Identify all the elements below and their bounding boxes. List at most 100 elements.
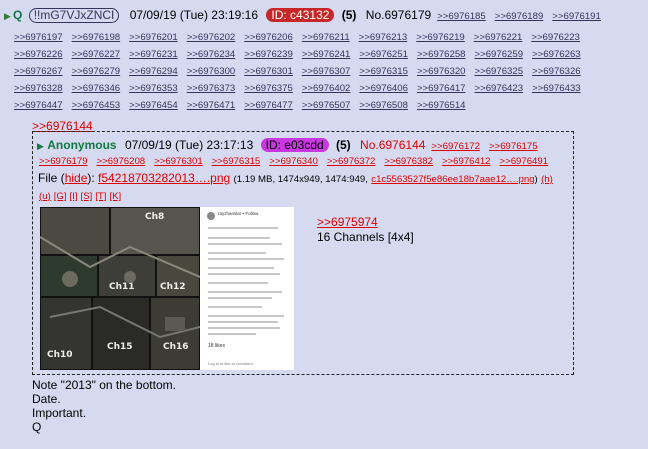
backlink[interactable]: >>6976234: [187, 49, 236, 60]
backlink[interactable]: >>6976172: [431, 141, 480, 152]
image-tool-link[interactable]: [S]: [81, 191, 93, 202]
backlink[interactable]: >>6976198: [72, 32, 121, 43]
image-tool-link[interactable]: [G]: [54, 191, 67, 202]
post-datetime: 07/09/19 (Tue) 23:19:16: [129, 8, 259, 22]
backlink[interactable]: >>6976251: [359, 49, 408, 60]
backlink[interactable]: >>6976179: [39, 156, 88, 167]
backlink[interactable]: >>6976340: [269, 156, 318, 167]
backlink[interactable]: >>6976491: [500, 156, 549, 167]
file-hash-link[interactable]: c1c5563527f5e86ee18b7aae12….png: [371, 174, 534, 185]
backlink[interactable]: >>6976175: [489, 141, 538, 152]
tripcode-badge[interactable]: !!mG7VJxZNCI: [28, 8, 120, 23]
image-tool-link[interactable]: [T]: [95, 191, 106, 202]
instagram-screenshot: rayzhamilar • Follow 18 likes Log in to …: [203, 207, 294, 370]
backlink[interactable]: >>6976263: [532, 49, 581, 60]
file-name-link[interactable]: f54218703282013….png: [98, 171, 230, 185]
backlink[interactable]: >>6976373: [187, 83, 236, 94]
image-scene-lines: [40, 236, 200, 339]
image-login-text: Log in to like or comment: [208, 361, 253, 366]
backlink[interactable]: >>6976447: [14, 100, 63, 111]
backlink[interactable]: >>6976213: [359, 32, 408, 43]
backlink[interactable]: >>6976189: [495, 11, 544, 22]
backlink[interactable]: >>6976326: [532, 66, 581, 77]
backlink[interactable]: >>6976197: [14, 32, 63, 43]
quoted-post-number-link[interactable]: No.6976144: [360, 138, 425, 152]
backlink-row: >>6976328 >>6976346 >>6976353 >>6976373 >>69…: [14, 81, 590, 95]
collapse-arrow-icon[interactable]: ▶: [4, 9, 13, 23]
backlink[interactable]: >>6976320: [417, 66, 466, 77]
quoted-poster-id-badge[interactable]: ID: e03cdd: [260, 138, 329, 152]
backlink[interactable]: >>6976223: [531, 32, 580, 43]
backlink[interactable]: >>6976211: [302, 32, 350, 43]
backlink[interactable]: >>6976206: [244, 32, 293, 43]
backlink[interactable]: >>6976453: [72, 100, 121, 111]
backlink[interactable]: >>6976402: [302, 83, 351, 94]
message-line: Date.: [32, 392, 61, 406]
backlink[interactable]: >>6976417: [417, 83, 466, 94]
quoted-poster-name: Anonymous: [47, 138, 117, 152]
backlink[interactable]: >>6976219: [416, 32, 465, 43]
poster-id-badge[interactable]: ID: c43132: [266, 8, 335, 22]
backlink-row: >>6976226 >>6976227 >>6976231 >>6976234 >>69…: [14, 47, 590, 61]
backlink[interactable]: >>6976202: [187, 32, 236, 43]
backlink[interactable]: >>6976208: [97, 156, 146, 167]
backlink[interactable]: >>6976259: [475, 49, 524, 60]
backlink[interactable]: >>6976471: [187, 100, 236, 111]
backlink[interactable]: >>6976301: [244, 66, 293, 77]
post-message: Note "2013" on the bottom. Date. Important…: [32, 378, 176, 434]
message-line: Note "2013" on the bottom.: [32, 378, 176, 392]
backlink[interactable]: >>6976412: [442, 156, 491, 167]
backlink[interactable]: >>6976201: [129, 32, 178, 43]
backlink[interactable]: >>6976239: [244, 49, 293, 60]
backlink[interactable]: >>6976307: [302, 66, 351, 77]
collapse-arrow-icon[interactable]: ▶: [37, 141, 44, 151]
backlink-row: >>6976447 >>6976453 >>6976454 >>6976471 >>69…: [14, 98, 475, 112]
image-tool-link[interactable]: [I]: [70, 191, 78, 202]
backlink[interactable]: >>6976221: [474, 32, 523, 43]
file-h-link[interactable]: (h): [541, 174, 553, 185]
backlink[interactable]: >>6976226: [14, 49, 63, 60]
backlink[interactable]: >>6976325: [475, 66, 524, 77]
backlink[interactable]: >>6976231: [129, 49, 178, 60]
reply-count: (5): [341, 8, 357, 22]
reply-quote-link[interactable]: >>6975974: [317, 215, 378, 229]
backlink[interactable]: >>6976241: [302, 49, 351, 60]
backlink[interactable]: >>6976346: [72, 83, 121, 94]
avatar: [207, 212, 215, 220]
backlink[interactable]: >>6976258: [417, 49, 466, 60]
image-thumbnail[interactable]: Ch8 Ch11 Ch12 Ch10 Ch15 Ch16 rayzhamilar…: [40, 207, 294, 370]
image-tool-link[interactable]: [K]: [109, 191, 121, 202]
quoted-backlink-row: >>6976179 >>6976208 >>6976301 >>6976315 >>69…: [39, 154, 557, 168]
post-number-link[interactable]: No.6976179: [366, 8, 431, 22]
backlink[interactable]: >>6976328: [14, 83, 63, 94]
quoted-post-datetime: 07/09/19 (Tue) 23:17:13: [124, 138, 254, 152]
backlink[interactable]: >>6976301: [154, 156, 203, 167]
backlink[interactable]: >>6976267: [14, 66, 63, 77]
message-line: Q: [32, 420, 42, 434]
backlink[interactable]: >>6976507: [302, 100, 351, 111]
backlink[interactable]: >>6976185: [437, 11, 486, 22]
backlink[interactable]: >>6976315: [359, 66, 408, 77]
backlink[interactable]: >>6976508: [359, 100, 408, 111]
backlink[interactable]: >>6976191: [552, 11, 601, 22]
backlink[interactable]: >>6976382: [384, 156, 433, 167]
backlink[interactable]: >>6976477: [244, 100, 293, 111]
image-tool-link[interactable]: (u): [39, 191, 51, 202]
backlink[interactable]: >>6976433: [532, 83, 581, 94]
backlink[interactable]: >>6976375: [244, 83, 293, 94]
backlink[interactable]: >>6976372: [327, 156, 376, 167]
backlink[interactable]: >>6976406: [359, 83, 408, 94]
backlink[interactable]: >>6976353: [129, 83, 178, 94]
quoted-post-message: 16 Channels [4x4]: [317, 230, 414, 244]
backlink[interactable]: >>6976300: [187, 66, 236, 77]
backlink-row: >>6976197 >>6976198 >>6976201 >>6976202 >>69…: [14, 30, 589, 44]
backlink[interactable]: >>6976423: [475, 83, 524, 94]
backlink[interactable]: >>6976294: [129, 66, 178, 77]
hide-file-link[interactable]: hide: [65, 171, 88, 185]
backlink[interactable]: >>6976315: [212, 156, 261, 167]
backlink[interactable]: >>6976279: [72, 66, 121, 77]
backlink[interactable]: >>6976227: [72, 49, 121, 60]
backlink[interactable]: >>6976454: [129, 100, 178, 111]
backlink[interactable]: >>6976514: [417, 100, 466, 111]
file-info: File (hide): f54218703282013….png (1.19 …: [38, 171, 553, 185]
